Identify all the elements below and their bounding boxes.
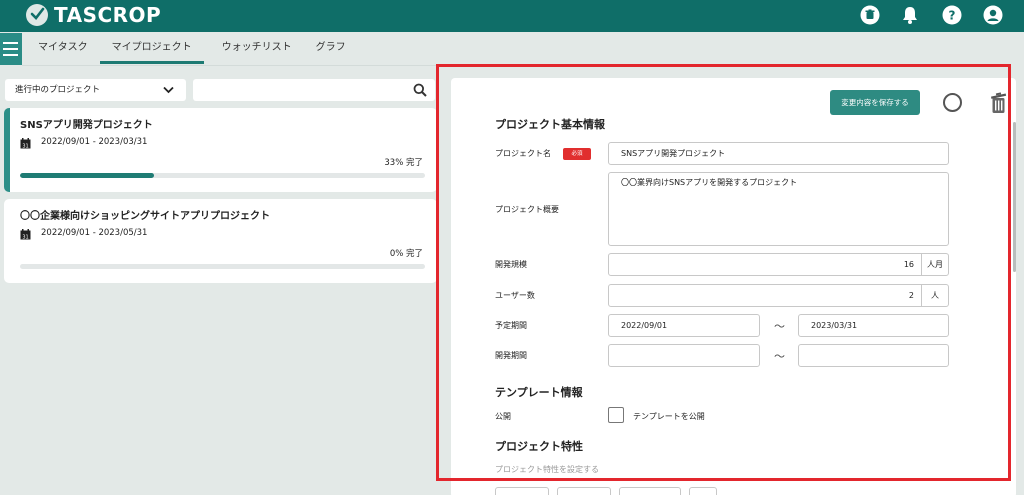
project-card-sns[interactable]: SNSアプリ開発プロジェクト 31 2022/09/01 - 2023/03/3… [4,108,437,192]
trash-icon[interactable] [859,4,881,26]
svg-text:?: ? [949,9,956,23]
project-summary-field[interactable]: 〇〇業界向けSNSアプリを開発するプロジェクト [608,172,949,246]
dev-scale-value: 16 [903,260,914,269]
project-card-shopping[interactable]: 〇〇企業様向けショッピングサイトアプリプロジェクト 31 2022/09/01 … [4,199,437,283]
project-filter-value: 進行中のプロジェクト [15,85,101,95]
dev-scale-field[interactable]: 16 人月 [608,253,949,276]
project-progress-bar [20,264,425,269]
project-progress-text: 0% 完了 [389,249,423,259]
svg-text:31: 31 [22,144,28,150]
user-icon[interactable] [982,4,1004,26]
dev-scale-unit: 人月 [921,254,948,275]
status-circle-button[interactable] [943,93,962,112]
tab-my-projects[interactable]: マイプロジェクト [99,33,204,64]
required-badge: 必須 [563,148,591,160]
range-separator: ～ [774,350,785,363]
planned-start-field[interactable]: 2022/09/01 [608,314,760,337]
planned-period-label: 予定期間 [495,321,527,330]
trait-chip[interactable] [689,487,717,495]
menu-toggle-button[interactable] [0,33,22,65]
project-dates: 2022/09/01 - 2023/05/31 [41,228,148,238]
dev-period-label: 開発期間 [495,351,527,360]
trait-chip[interactable] [619,487,681,495]
project-progress-fill [20,173,154,178]
calendar-icon: 31 [20,229,31,240]
bell-icon[interactable] [899,4,921,26]
nav-divider [22,65,436,66]
scrollbar[interactable] [1013,122,1016,272]
public-label: 公開 [495,412,511,421]
user-count-unit: 人 [921,285,948,306]
range-separator: ～ [774,320,785,333]
basic-info-heading: プロジェクト基本情報 [495,118,605,131]
app-logo[interactable]: TASCROP [26,3,161,27]
project-name-label: プロジェクト名 [495,149,551,158]
project-filter-select[interactable]: 進行中のプロジェクト [5,79,186,101]
project-progress-text: 33% 完了 [384,158,423,168]
project-progress-bar [20,173,425,178]
project-title: SNSアプリ開発プロジェクト [20,120,153,131]
trait-chip[interactable] [495,487,549,495]
project-dates: 2022/09/01 - 2023/03/31 [41,137,148,147]
project-summary-label: プロジェクト概要 [495,205,559,214]
trait-chip[interactable] [557,487,611,495]
template-public-checkbox[interactable] [608,407,624,423]
dev-end-field[interactable] [798,344,949,367]
template-public-text: テンプレートを公開 [633,412,705,421]
project-traits-heading: プロジェクト特性 [495,440,583,453]
project-title: 〇〇企業様向けショッピングサイトアプリプロジェクト [20,211,270,222]
tab-watchlist[interactable]: ウォッチリスト [210,33,304,64]
user-count-label: ユーザー数 [495,291,535,300]
dev-scale-label: 開発規模 [495,260,527,269]
user-count-value: 2 [908,291,914,300]
chevron-down-icon [163,86,174,94]
hamburger-icon [3,42,18,44]
project-traits-hint: プロジェクト特性を設定する [495,465,599,474]
project-name-field[interactable]: SNSアプリ開発プロジェクト [608,142,949,165]
logo-check-icon [26,4,48,26]
svg-text:31: 31 [22,235,28,241]
save-changes-button[interactable]: 変更内容を保存する [830,90,920,115]
calendar-icon: 31 [20,138,31,149]
user-count-field[interactable]: 2 人 [608,284,949,307]
tab-my-tasks[interactable]: マイタスク [22,33,100,64]
template-info-heading: テンプレート情報 [495,386,583,399]
search-icon[interactable] [413,83,427,97]
project-search-input[interactable] [193,79,435,101]
delete-project-icon[interactable] [990,92,1007,114]
dev-start-field[interactable] [608,344,760,367]
app-logo-text: TASCROP [54,3,162,27]
tab-graph[interactable]: グラフ [304,33,358,64]
planned-end-field[interactable]: 2023/03/31 [798,314,949,337]
app-header: TASCROP ? [0,0,1024,32]
help-icon[interactable]: ? [941,4,963,26]
main-tabs: マイタスク マイプロジェクト ウォッチリスト グラフ [22,33,358,65]
